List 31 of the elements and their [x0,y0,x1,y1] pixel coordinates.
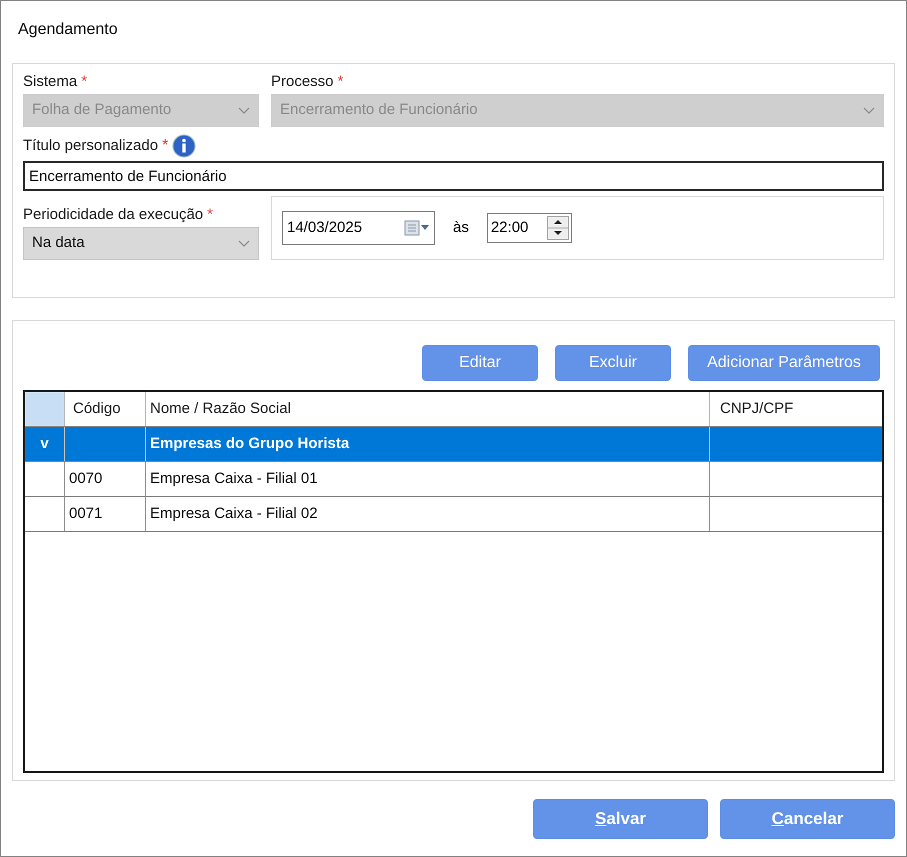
chevron-down-icon [238,240,250,248]
chevron-down-icon [238,106,250,114]
table-row[interactable]: 0071 Empresa Caixa - Filial 02 [25,496,882,531]
spinner-icon[interactable] [546,216,569,240]
row-indicator: v [40,434,49,454]
row-header-corner [25,392,65,426]
required-mark: * [207,204,213,225]
date-field[interactable]: 14/03/2025 [282,211,435,245]
window-title: Agendamento [17,20,119,40]
table-row[interactable]: 0070 Empresa Caixa - Filial 01 [25,461,882,496]
required-mark: * [162,136,168,156]
chevron-down-icon [863,106,875,114]
info-icon[interactable] [172,134,196,158]
field-label: Periodicidade da execução [23,204,204,225]
table-row[interactable]: v Empresas do Grupo Horista [25,426,882,461]
time-field[interactable]: 22:00 [486,213,572,243]
required-mark: * [338,72,344,92]
dropdown-field[interactable]: Na data [23,227,259,260]
field-label: Sistema [23,72,78,92]
at-label: às [453,218,469,238]
field-label: Título personalizado [23,136,158,156]
table-cell-text: Empresa Caixa - Filial 01 [150,468,318,489]
table-cell-text: 0070 [69,468,102,489]
table-cell-text: Empresas do Grupo Horista [150,434,350,454]
table-cell-text: Empresa Caixa - Filial 02 [150,504,318,524]
title-field[interactable]: Encerramento de Funcionário [23,161,884,191]
required-mark: * [81,72,88,92]
calendar-icon[interactable] [404,220,430,236]
column-header[interactable]: CNPJ/CPF [710,392,882,426]
field-label: Processo [271,72,334,92]
table-cell-text: 0071 [69,504,102,524]
